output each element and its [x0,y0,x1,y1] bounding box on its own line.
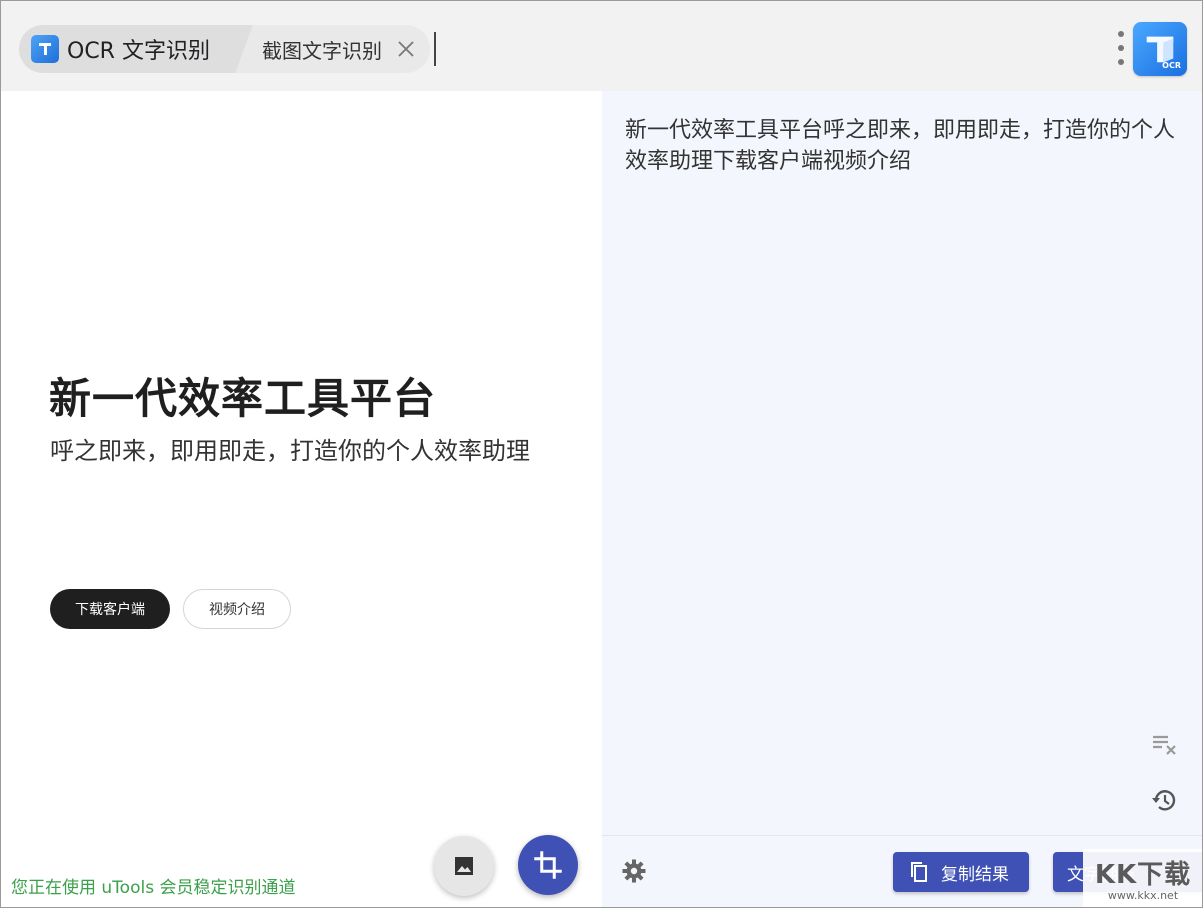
select-image-button[interactable] [434,836,494,896]
top-bar: OCR 文字识别 截图文字识别 OCR [1,1,1202,91]
tab-bar: OCR 文字识别 截图文字识别 [19,25,436,73]
screenshot-preview-panel: 新一代效率工具平台 呼之即来，即用即走，打造你的个人效率助理 下载客户端 视频介… [1,91,601,907]
ocr-window: OCR 文字识别 截图文字识别 OCR 新一代效率工具平台 呼之即来，即用即走，… [0,0,1203,908]
copy-result-button[interactable]: 复制结果 [893,852,1029,892]
ocr-result-text[interactable]: 新一代效率工具平台呼之即来，即用即走，打造你的个人效率助理下载客户端视频介绍 [625,115,1180,177]
watermark-main: KK下载 [1094,860,1192,890]
tab-screenshot-ocr-label: 截图文字识别 [261,38,382,63]
app-icon [31,35,59,63]
app-logo-text: OCR [1162,61,1181,70]
close-icon[interactable] [396,39,416,59]
watermark-url: www.kkx.net [1107,889,1179,902]
ocr-result-panel: 新一代效率工具平台呼之即来，即用即走，打造你的个人效率助理下载客户端视频介绍 复… [602,91,1202,907]
copy-icon [911,862,927,882]
download-client-button[interactable]: 下载客户端 [50,589,170,629]
status-text: 您正在使用 uTools 会员稳定识别通道 [11,878,296,898]
history-icon[interactable] [1150,785,1180,815]
crop-icon [534,851,562,879]
hero-subtitle: 呼之即来，即用即走，打造你的个人效率助理 [50,437,530,465]
copy-result-label: 复制结果 [941,864,1009,885]
text-caret [433,32,436,66]
tab-ocr[interactable]: OCR 文字识别 [19,25,234,73]
video-intro-button[interactable]: 视频介绍 [183,589,291,629]
app-logo[interactable]: OCR [1133,22,1187,76]
settings-icon[interactable] [621,858,647,884]
screenshot-crop-button[interactable] [518,835,578,895]
site-watermark: KK下载 www.kkx.net [1083,849,1202,907]
bottom-divider [602,835,1202,836]
more-vert-icon[interactable] [1116,31,1126,65]
tab-ocr-label: OCR 文字识别 [67,39,210,64]
image-icon [455,857,473,875]
hero-title: 新一代效率工具平台 [49,374,437,423]
clear-all-icon[interactable] [1150,731,1178,759]
tab-screenshot-ocr[interactable]: 截图文字识别 [233,25,430,73]
